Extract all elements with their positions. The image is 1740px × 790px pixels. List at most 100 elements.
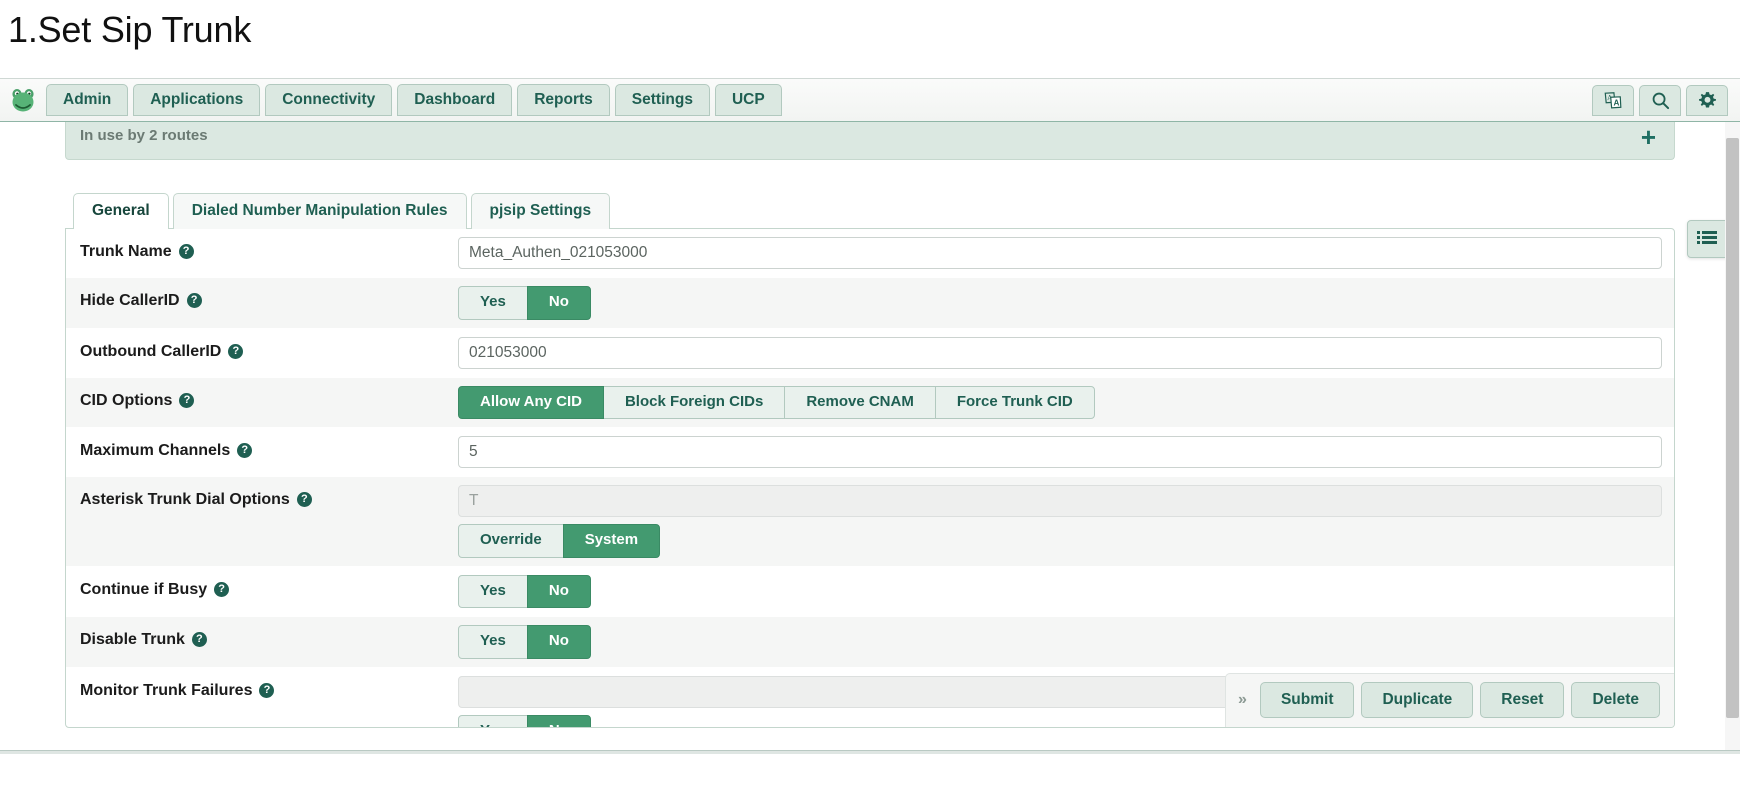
form-row-continue-if-busy: Continue if Busy ? Yes No <box>66 567 1674 617</box>
gear-icon[interactable] <box>1686 84 1728 116</box>
nav-item-ucp[interactable]: UCP <box>714 83 782 117</box>
cid-option-force-trunk-cid[interactable]: Force Trunk CID <box>934 385 1095 419</box>
trunk-form-wrapper: General Dialed Number Manipulation Rules… <box>65 192 1675 728</box>
form-row-outbound-callerid: Outbound CallerID ? <box>66 329 1674 378</box>
navbar-right-icons: A A <box>1592 84 1728 116</box>
reset-button[interactable]: Reset <box>1480 681 1565 718</box>
disable-trunk-toggle: Yes No <box>458 625 591 659</box>
duplicate-button[interactable]: Duplicate <box>1361 681 1474 718</box>
nav-item-settings[interactable]: Settings <box>614 83 710 117</box>
list-panel-icon[interactable] <box>1687 220 1727 258</box>
expand-actions-button[interactable]: » <box>1236 691 1253 708</box>
field-label: Hide CallerID <box>80 292 180 309</box>
nav-item-label: UCP <box>731 90 765 108</box>
label-monitor-trunk-failures: Monitor Trunk Failures ? <box>66 668 458 714</box>
add-route-button[interactable]: + <box>1641 124 1656 150</box>
tab-pjsip-settings[interactable]: pjsip Settings <box>470 193 611 229</box>
label-asterisk-trunk-dial-options: Asterisk Trunk Dial Options ? <box>66 477 458 523</box>
nav-item-label: Settings <box>631 90 693 108</box>
control-trunk-name <box>458 229 1674 277</box>
field-label: Trunk Name <box>80 243 172 260</box>
control-maximum-channels <box>458 428 1674 476</box>
monitor-trunk-failures-option-no[interactable]: No <box>526 714 591 727</box>
page-title: 1.Set Sip Trunk <box>8 9 252 50</box>
asterisk-dial-option-system[interactable]: System <box>562 524 661 558</box>
form-row-hide-callerid: Hide CallerID ? Yes No <box>66 278 1674 329</box>
label-outbound-callerid: Outbound CallerID ? <box>66 329 458 375</box>
nav-item-reports[interactable]: Reports <box>517 83 610 117</box>
continue-if-busy-toggle: Yes No <box>458 574 591 608</box>
nav-item-label: Admin <box>63 90 112 108</box>
hide-callerid-option-no[interactable]: No <box>526 286 591 320</box>
help-icon[interactable]: ? <box>214 581 230 597</box>
monitor-trunk-failures-option-yes[interactable]: Yes <box>458 714 528 727</box>
general-tab-panel: Trunk Name ? Hide CallerID ? Y <box>65 228 1675 728</box>
outbound-callerid-input[interactable] <box>458 336 1662 369</box>
vertical-scrollbar[interactable] <box>1725 122 1740 750</box>
disable-trunk-option-no[interactable]: No <box>526 625 591 659</box>
asterisk-dial-option-override[interactable]: Override <box>458 524 564 558</box>
label-maximum-channels: Maximum Channels ? <box>66 428 458 474</box>
tab-dialed-number-manipulation-rules[interactable]: Dialed Number Manipulation Rules <box>172 193 467 229</box>
nav-item-label: Reports <box>534 90 593 108</box>
in-use-panel: In use by 2 routes + <box>65 122 1675 160</box>
control-hide-callerid: Yes No <box>458 278 1674 328</box>
nav-item-label: Applications <box>150 90 244 108</box>
asterisk-trunk-dial-options-input[interactable] <box>458 485 1662 517</box>
tab-general[interactable]: General <box>73 193 169 229</box>
app-frame: Admin Applications Connectivity Dashboar… <box>0 78 1740 750</box>
help-icon[interactable]: ? <box>179 392 195 408</box>
search-icon[interactable] <box>1639 84 1681 116</box>
trunk-name-input[interactable] <box>458 237 1662 269</box>
nav-item-connectivity[interactable]: Connectivity <box>265 83 393 117</box>
cid-option-allow-any-cid[interactable]: Allow Any CID <box>458 385 604 419</box>
form-action-bar: » Submit Duplicate Reset Delete <box>1225 672 1674 727</box>
tab-label: pjsip Settings <box>489 202 592 219</box>
content-scroll-area: In use by 2 routes + General Dialed Numb… <box>0 122 1740 750</box>
control-continue-if-busy: Yes No <box>458 567 1674 617</box>
cid-option-remove-cnam[interactable]: Remove CNAM <box>784 385 936 419</box>
maximum-channels-input[interactable] <box>458 436 1662 468</box>
cid-options-toggle: Allow Any CID Block Foreign CIDs Remove … <box>458 385 1095 419</box>
nav-item-label: Dashboard <box>414 90 496 108</box>
monitor-trunk-failures-toggle: Yes No <box>458 714 591 727</box>
help-icon[interactable]: ? <box>259 682 275 698</box>
form-row-cid-options: CID Options ? Allow Any CID Block Foreig… <box>66 377 1674 428</box>
tab-label: General <box>92 202 150 219</box>
nav-item-applications[interactable]: Applications <box>133 83 261 117</box>
label-continue-if-busy: Continue if Busy ? <box>66 567 458 613</box>
hide-callerid-option-yes[interactable]: Yes <box>458 286 528 320</box>
disable-trunk-option-yes[interactable]: Yes <box>458 625 528 659</box>
nav-item-dashboard[interactable]: Dashboard <box>397 83 513 117</box>
nav-items: Admin Applications Connectivity Dashboar… <box>46 83 782 117</box>
help-icon[interactable]: ? <box>296 492 312 508</box>
help-icon[interactable]: ? <box>178 244 194 260</box>
delete-button[interactable]: Delete <box>1571 681 1660 718</box>
tab-label: Dialed Number Manipulation Rules <box>191 202 448 219</box>
continue-if-busy-option-yes[interactable]: Yes <box>458 574 528 608</box>
field-label: Asterisk Trunk Dial Options <box>80 491 290 508</box>
field-label: Maximum Channels <box>80 442 231 459</box>
form-row-maximum-channels: Maximum Channels ? <box>66 428 1674 477</box>
submit-button[interactable]: Submit <box>1259 681 1355 718</box>
form-row-asterisk-trunk-dial-options: Asterisk Trunk Dial Options ? Override S… <box>66 477 1674 567</box>
cid-option-block-foreign-cids[interactable]: Block Foreign CIDs <box>602 385 786 419</box>
main-navbar: Admin Applications Connectivity Dashboar… <box>0 79 1740 122</box>
continue-if-busy-option-no[interactable]: No <box>526 574 591 608</box>
control-disable-trunk: Yes No <box>458 617 1674 667</box>
help-icon[interactable]: ? <box>191 632 207 648</box>
help-icon[interactable]: ? <box>186 293 202 309</box>
nav-item-label: Connectivity <box>282 90 376 108</box>
vertical-scrollbar-thumb[interactable] <box>1726 138 1739 718</box>
form-row-trunk-name: Trunk Name ? <box>66 229 1674 278</box>
in-use-text: In use by 2 routes <box>80 127 208 144</box>
frog-logo-icon[interactable] <box>8 85 38 115</box>
help-icon[interactable]: ? <box>237 443 253 459</box>
label-disable-trunk: Disable Trunk ? <box>66 617 458 663</box>
control-outbound-callerid <box>458 329 1674 377</box>
help-icon[interactable]: ? <box>228 343 244 359</box>
language-translate-icon[interactable]: A A <box>1592 84 1634 116</box>
nav-item-admin[interactable]: Admin <box>46 83 129 117</box>
field-label: Monitor Trunk Failures <box>80 681 253 699</box>
control-cid-options: Allow Any CID Block Foreign CIDs Remove … <box>458 378 1674 428</box>
